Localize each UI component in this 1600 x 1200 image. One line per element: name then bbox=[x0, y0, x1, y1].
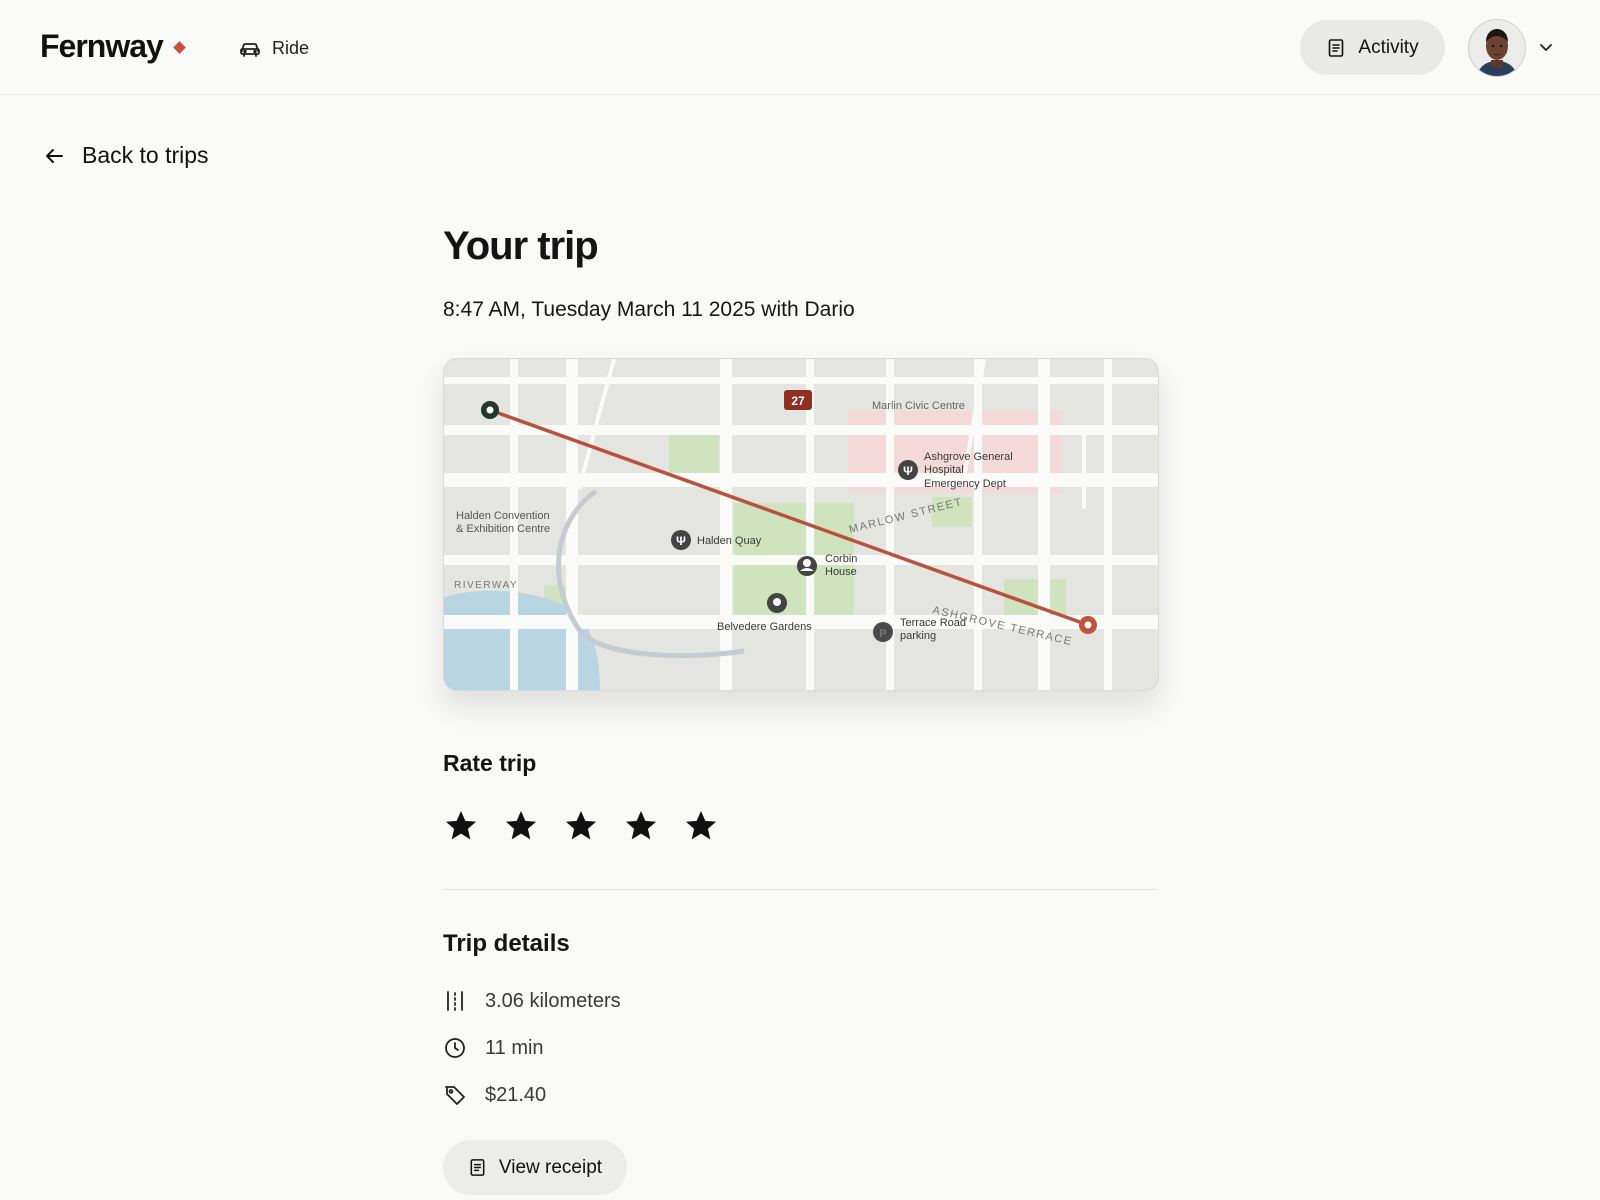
car-icon bbox=[240, 43, 260, 57]
svg-text:Ψ: Ψ bbox=[676, 534, 686, 548]
distance-row: 3.06 kilometers bbox=[443, 989, 621, 1013]
star-3-icon[interactable] bbox=[563, 808, 599, 844]
activity-label: Activity bbox=[1358, 36, 1419, 58]
star-1-icon[interactable] bbox=[443, 808, 479, 844]
route-badge-text: 27 bbox=[791, 394, 805, 408]
activity-button[interactable]: Activity bbox=[1300, 20, 1445, 75]
distance-icon bbox=[447, 991, 463, 1011]
back-to-trips-link[interactable]: Back to trips bbox=[42, 142, 209, 169]
map-pin-icon bbox=[767, 593, 787, 613]
park-area bbox=[669, 435, 719, 475]
back-to-trips-label: Back to trips bbox=[82, 142, 209, 168]
landmark-icon bbox=[797, 556, 817, 576]
duration-row: 11 min bbox=[443, 1036, 544, 1060]
dropoff-marker bbox=[1079, 616, 1097, 634]
map-label-quay: Halden Quay bbox=[697, 535, 762, 547]
nav-ride-label: Ride bbox=[272, 37, 310, 58]
star-4-icon[interactable] bbox=[623, 808, 659, 844]
restaurant-icon: Ψ bbox=[898, 460, 918, 480]
map-label-corbin-2: House bbox=[825, 566, 857, 578]
price-value: $21.40 bbox=[485, 1083, 547, 1106]
brand-logo[interactable]: Fernway bbox=[40, 28, 164, 65]
avatar[interactable] bbox=[1468, 19, 1526, 77]
map-label-convention: Halden Convention bbox=[456, 510, 550, 522]
page-title: Your trip bbox=[443, 224, 599, 268]
parking-icon: P bbox=[873, 622, 893, 642]
trip-map[interactable]: 27 Ψ Ψ P Marlin Civic Centre Ashgrove Ge… bbox=[443, 358, 1159, 691]
view-receipt-button[interactable]: View receipt bbox=[443, 1140, 627, 1195]
map-label-civic-centre: Marlin Civic Centre bbox=[872, 400, 965, 412]
map-label-gardens: Belvedere Gardens bbox=[717, 621, 812, 633]
distance-value: 3.06 kilometers bbox=[485, 989, 621, 1012]
receipt-icon bbox=[1329, 38, 1344, 57]
receipt-icon bbox=[470, 1159, 485, 1176]
price-tag-icon bbox=[445, 1086, 465, 1105]
trip-subtitle: 8:47 AM, Tuesday March 11 2025 with Dari… bbox=[443, 298, 855, 321]
brand-logo-dot bbox=[173, 41, 186, 54]
top-bar: Fernway Ride Activity bbox=[0, 0, 1600, 95]
star-rating bbox=[443, 808, 719, 844]
chevron-down-icon[interactable] bbox=[1537, 38, 1555, 56]
restaurant-icon: Ψ bbox=[671, 530, 691, 550]
price-row: $21.40 bbox=[443, 1083, 546, 1107]
nav-ride[interactable]: Ride bbox=[238, 36, 309, 60]
arrow-left-icon bbox=[46, 148, 63, 163]
section-divider bbox=[443, 889, 1157, 890]
map-label-convention-2: & Exhibition Centre bbox=[456, 523, 550, 535]
svg-text:Ψ: Ψ bbox=[903, 464, 913, 478]
view-receipt-label: View receipt bbox=[498, 1156, 603, 1178]
map-label-corbin: Corbin bbox=[825, 553, 857, 565]
map-label-hospital-3: Emergency Dept bbox=[924, 478, 1006, 490]
duration-value: 11 min bbox=[485, 1036, 544, 1059]
map-label-hospital-2: Hospital bbox=[924, 464, 964, 476]
rate-trip-title: Rate trip bbox=[443, 750, 537, 776]
star-5-icon[interactable] bbox=[683, 808, 719, 844]
star-2-icon[interactable] bbox=[503, 808, 539, 844]
map-label-hospital: Ashgrove General bbox=[924, 451, 1013, 463]
svg-text:P: P bbox=[879, 628, 886, 640]
map-label-riverway: RIVERWAY bbox=[454, 580, 518, 591]
clock-icon bbox=[445, 1038, 465, 1058]
trip-details-title: Trip details bbox=[443, 930, 570, 957]
map-label-parking-2: parking bbox=[900, 630, 936, 642]
pickup-marker bbox=[481, 401, 499, 419]
avatar-image bbox=[1469, 20, 1525, 76]
